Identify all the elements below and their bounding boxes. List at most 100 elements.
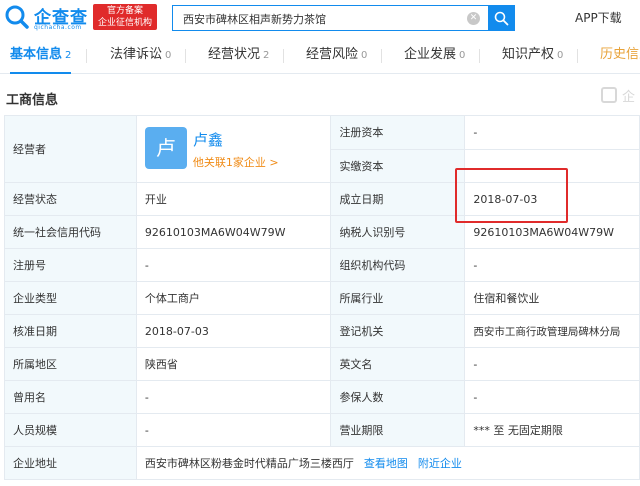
logo-subtext: qichacha.com <box>34 24 82 31</box>
official-badge: 官方备案 企业征信机构 <box>93 4 157 30</box>
type-value: 个体工商户 <box>135 281 332 315</box>
section-title: 工商信息 <box>6 93 59 108</box>
reg-capital-label: 注册资本 <box>330 115 466 150</box>
tab-divider <box>185 49 186 63</box>
approval-label: 核准日期 <box>4 314 137 348</box>
tab-count: 2 <box>263 50 270 61</box>
tab-ip[interactable]: 知识产权 0 <box>502 38 563 74</box>
tab-history[interactable]: 历史信息 <box>600 38 640 74</box>
insured-label: 参保人数 <box>330 380 466 414</box>
former-name-label: 曾用名 <box>4 380 137 414</box>
org-code-label: 组织机构代码 <box>330 248 466 282</box>
tab-count: 0 <box>557 50 564 61</box>
tab-label: 企业发展 <box>404 47 457 62</box>
operator-card: 卢 卢鑫 他关联1家企业 > <box>144 117 323 182</box>
credit-code-label: 统一社会信用代码 <box>4 215 137 249</box>
tab-label: 历史信息 <box>600 47 640 62</box>
reg-no-label: 注册号 <box>4 248 137 282</box>
business-term-label: 营业期限 <box>330 413 466 447</box>
paid-capital-value <box>464 148 640 183</box>
clear-icon[interactable]: ✕ <box>467 12 480 25</box>
tab-count: 0 <box>459 50 466 61</box>
logo-icon <box>5 5 29 29</box>
tab-bar: 基本信息2 法律诉讼0 经营状况2 经营风险0 企业发展0 知识产权0 历史信息 <box>0 38 640 74</box>
table-row: 统一社会信用代码 92610103MA6W04W79W 纳税人识别号 92610… <box>4 215 640 249</box>
table-row: 核准日期 2018-07-03 登记机关 西安市工商行政管理局碑林分局 <box>4 314 640 348</box>
org-code-value: - <box>464 248 640 282</box>
search-input[interactable]: 西安市碑林区相声新势力茶馆 ✕ <box>172 5 488 31</box>
status-label: 经营状态 <box>4 182 137 216</box>
region-value: 陕西省 <box>135 347 332 381</box>
table-row: 经营状态 开业 成立日期 2018-07-03 <box>4 182 640 216</box>
table-row: 企业地址 西安市碑林区粉巷金时代精品广场三楼西厅 查看地图 附近企业 <box>4 446 640 480</box>
tab-label: 经营状况 <box>208 47 261 62</box>
search-input-value: 西安市碑林区相声新势力茶馆 <box>183 13 326 26</box>
tab-divider <box>381 49 382 63</box>
table-row: 人员规模 - 营业期限 *** 至 无固定期限 <box>4 413 640 447</box>
authority-value: 西安市工商行政管理局碑林分局 <box>464 314 640 348</box>
badge-line-2: 企业征信机构 <box>97 18 152 28</box>
tab-divider <box>283 49 284 63</box>
tab-count: 0 <box>361 50 368 61</box>
taxpayer-value: 92610103MA6W04W79W <box>464 215 640 249</box>
founded-value: 2018-07-03 <box>464 182 640 216</box>
view-map-link[interactable]: 查看地图 <box>364 457 408 470</box>
authority-label: 登记机关 <box>330 314 466 348</box>
search-button[interactable] <box>488 5 515 31</box>
tab-risk[interactable]: 经营风险 0 <box>306 38 367 74</box>
tab-basic-info[interactable]: 基本信息 2 <box>10 38 72 74</box>
table-row: 曾用名 - 参保人数 - <box>4 380 640 414</box>
former-name-value: - <box>135 380 332 414</box>
watermark-text: 企 <box>622 90 636 105</box>
operator-label: 经营者 <box>4 115 137 183</box>
english-name-label: 英文名 <box>330 347 466 381</box>
reg-capital-value: - <box>464 115 640 150</box>
industry-label: 所属行业 <box>330 281 466 315</box>
reg-no-value: - <box>135 248 332 282</box>
address-cell: 西安市碑林区粉巷金时代精品广场三楼西厅 查看地图 附近企业 <box>135 446 640 480</box>
staff-size-value: - <box>135 413 332 447</box>
table-row: 所属地区 陕西省 英文名 - <box>4 347 640 381</box>
insured-value: - <box>464 380 640 414</box>
address-value: 西安市碑林区粉巷金时代精品广场三楼西厅 <box>144 457 354 470</box>
search-icon <box>494 11 509 26</box>
logo[interactable]: 企查查 qichacha.com <box>4 3 90 33</box>
tab-development[interactable]: 企业发展 0 <box>404 38 465 74</box>
taxpayer-label: 纳税人识别号 <box>330 215 466 249</box>
table-row: 企业类型 个体工商户 所属行业 住宿和餐饮业 <box>4 281 640 315</box>
watermark-icon <box>601 87 617 103</box>
tab-divider <box>577 49 578 63</box>
tab-count: 2 <box>65 50 72 61</box>
table-row: 注册号 - 组织机构代码 - <box>4 248 640 282</box>
operator-cell: 卢 卢鑫 他关联1家企业 > <box>135 115 332 183</box>
business-info-table: 经营者 卢 卢鑫 他关联1家企业 > 注册资本 - 实缴资本 经营状态 开业 成… <box>4 115 640 480</box>
industry-value: 住宿和餐饮业 <box>464 281 640 315</box>
badge-line-1: 官方备案 <box>106 6 143 16</box>
tab-count: 0 <box>165 50 172 61</box>
founded-label: 成立日期 <box>330 182 466 216</box>
status-value: 开业 <box>135 182 332 216</box>
tab-label: 知识产权 <box>502 47 555 62</box>
table-row: 经营者 卢 卢鑫 他关联1家企业 > 注册资本 - <box>4 115 640 183</box>
paid-capital-label: 实缴资本 <box>330 148 466 183</box>
tab-label: 基本信息 <box>10 47 63 62</box>
type-label: 企业类型 <box>4 281 137 315</box>
nearby-companies-link[interactable]: 附近企业 <box>418 457 462 470</box>
tab-label: 法律诉讼 <box>110 47 163 62</box>
tab-divider <box>86 49 87 63</box>
tab-operations[interactable]: 经营状况 2 <box>208 38 269 74</box>
tab-label: 经营风险 <box>306 47 359 62</box>
avatar[interactable]: 卢 <box>144 127 187 169</box>
operator-related-link[interactable]: 他关联1家企业 > <box>193 154 279 170</box>
staff-size-label: 人员规模 <box>4 413 137 447</box>
top-bar: 企查查 qichacha.com 官方备案 企业征信机构 西安市碑林区相声新势力… <box>0 0 640 36</box>
operator-name-link[interactable]: 卢鑫 <box>193 129 223 150</box>
app-download-link[interactable]: APP下载 <box>575 9 622 26</box>
region-label: 所属地区 <box>4 347 137 381</box>
address-label: 企业地址 <box>4 446 137 480</box>
tab-legal[interactable]: 法律诉讼 0 <box>110 38 171 74</box>
tab-divider <box>479 49 480 63</box>
credit-code-value: 92610103MA6W04W79W <box>135 215 332 249</box>
business-term-value: *** 至 无固定期限 <box>464 413 640 447</box>
english-name-value: - <box>464 347 640 381</box>
